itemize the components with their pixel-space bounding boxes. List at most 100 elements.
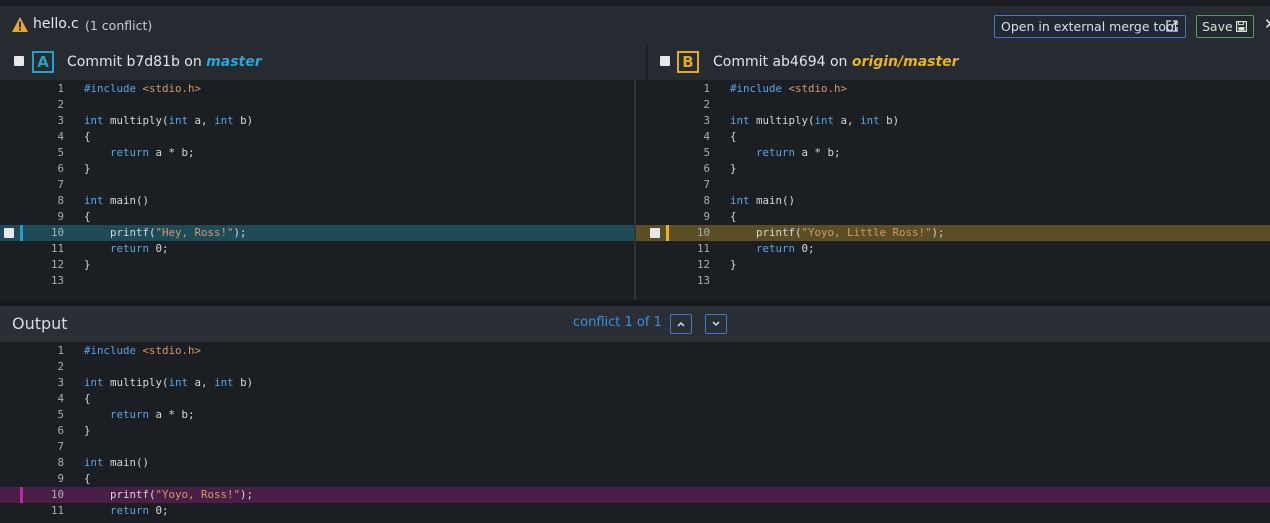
save-label: Save: [1202, 19, 1233, 34]
line-text: return a * b;: [84, 407, 195, 423]
line-text: return 0;: [84, 503, 169, 519]
code-line: 11 return 0;: [0, 503, 1270, 519]
previous-conflict-button[interactable]: [670, 314, 692, 334]
conflict-line-marker: [20, 487, 23, 503]
output-title: Output: [12, 314, 68, 333]
line-text: {: [730, 129, 737, 145]
code-token: a,: [834, 114, 861, 127]
code-token: #include: [84, 82, 137, 95]
code-token: multiply(: [749, 114, 815, 127]
external-link-icon: [1166, 20, 1178, 32]
panel-b-checkbox[interactable]: [660, 56, 670, 66]
line-text: return 0;: [730, 241, 815, 257]
line-text: int main(): [730, 193, 795, 209]
line-number: 6: [57, 162, 64, 175]
line-text: #include <stdio.h>: [84, 81, 201, 97]
line-text: {: [84, 209, 91, 225]
code-line: 1 #include <stdio.h>: [0, 81, 634, 97]
code-token: main(): [103, 456, 150, 469]
line-text: int main(): [84, 193, 149, 209]
code-token: {: [84, 130, 91, 143]
line-number: 2: [703, 98, 710, 111]
warning-icon: [12, 17, 28, 32]
code-token: a * b;: [795, 146, 841, 159]
output-code[interactable]: 1 #include <stdio.h> 2 3 int multiply(int a,…: [0, 342, 1270, 523]
code-token: a,: [188, 376, 215, 389]
panel-a-code[interactable]: 1 #include <stdio.h> 2 3 int multiply(int a,…: [0, 80, 634, 300]
line-number: 10: [50, 226, 64, 239]
panel-a-checkbox[interactable]: [14, 56, 24, 66]
code-line: 12}: [0, 257, 634, 273]
line-number: 11: [50, 504, 64, 517]
panel-b-commit-title: Commit ab4694 on origin/master: [713, 54, 959, 70]
code-token: int: [730, 194, 750, 207]
code-line: 2: [0, 359, 1270, 375]
line-number: 3: [57, 376, 64, 389]
panel-b-header: B Commit ab4694 on origin/master: [648, 44, 1270, 80]
panel-b-code[interactable]: 1 #include <stdio.h> 2 3 int multiply(int a,…: [636, 80, 1270, 300]
code-token: int: [730, 114, 750, 127]
code-token: printf(: [110, 226, 156, 239]
panel-b-branch: origin/master: [851, 54, 959, 70]
line-text: int multiply(int a, int b): [84, 113, 253, 129]
code-line: 6}: [636, 161, 1270, 177]
code-token: int: [84, 456, 104, 469]
line-number: 10: [50, 488, 64, 501]
code-line: 9{: [636, 209, 1270, 225]
line-number: 12: [50, 258, 64, 271]
save-button[interactable]: Save: [1196, 15, 1254, 38]
code-line: 4{: [636, 129, 1270, 145]
code-token: <stdio.h>: [136, 344, 202, 357]
external-tool-label: Open in external merge tool: [1001, 19, 1178, 34]
code-line: 3 int multiply(int a, int b): [0, 375, 1270, 391]
code-token: {: [84, 392, 91, 405]
code-token: b): [879, 114, 900, 127]
next-conflict-button[interactable]: [705, 314, 727, 334]
code-line: 4{: [0, 129, 634, 145]
line-number: 2: [57, 98, 64, 111]
code-line: 11 return 0;: [0, 241, 634, 257]
code-token: a * b;: [149, 408, 195, 421]
line-number: 9: [703, 210, 710, 223]
code-token: a * b;: [149, 146, 195, 159]
code-token: #include: [84, 344, 137, 357]
line-number: 4: [57, 392, 64, 405]
line-number: 5: [703, 146, 710, 159]
code-line: 9{: [0, 209, 634, 225]
line-checkbox[interactable]: [4, 228, 14, 238]
code-token: return: [110, 242, 150, 255]
code-line: 7: [0, 439, 1270, 455]
line-number: 7: [57, 178, 64, 191]
code-token: int: [84, 376, 104, 389]
line-number: 8: [57, 456, 64, 469]
line-text: printf("Yoyo, Ross!");: [84, 487, 253, 503]
conflict-line-marker: [20, 225, 23, 241]
code-line: 7: [636, 177, 1270, 193]
line-number: 6: [57, 424, 64, 437]
code-token: a,: [188, 114, 215, 127]
code-token: "Yoyo, Little Ross!": [801, 226, 932, 239]
code-token: main(): [103, 194, 150, 207]
code-token: int: [84, 194, 104, 207]
code-line: 1 #include <stdio.h>: [636, 81, 1270, 97]
open-external-merge-tool-button[interactable]: Open in external merge tool: [994, 15, 1186, 38]
code-token: b): [233, 114, 254, 127]
line-number: 1: [57, 344, 64, 357]
code-line: 13: [0, 273, 634, 289]
code-line: 2: [0, 97, 634, 113]
code-token: printf(: [110, 488, 156, 501]
line-number: 1: [57, 82, 64, 95]
code-token: return: [756, 146, 796, 159]
conflict-line-marker: [666, 225, 669, 241]
line-number: 5: [57, 408, 64, 421]
code-token: printf(: [756, 226, 802, 239]
code-line: 10 printf("Hey, Ross!");: [0, 225, 634, 241]
line-text: }: [730, 257, 737, 273]
code-token: {: [84, 210, 91, 223]
line-number: 10: [696, 226, 710, 239]
code-token: );: [240, 488, 254, 501]
close-icon[interactable]: ✕: [1264, 15, 1270, 33]
line-checkbox[interactable]: [650, 228, 660, 238]
line-number: 9: [57, 472, 64, 485]
line-number: 3: [703, 114, 710, 127]
